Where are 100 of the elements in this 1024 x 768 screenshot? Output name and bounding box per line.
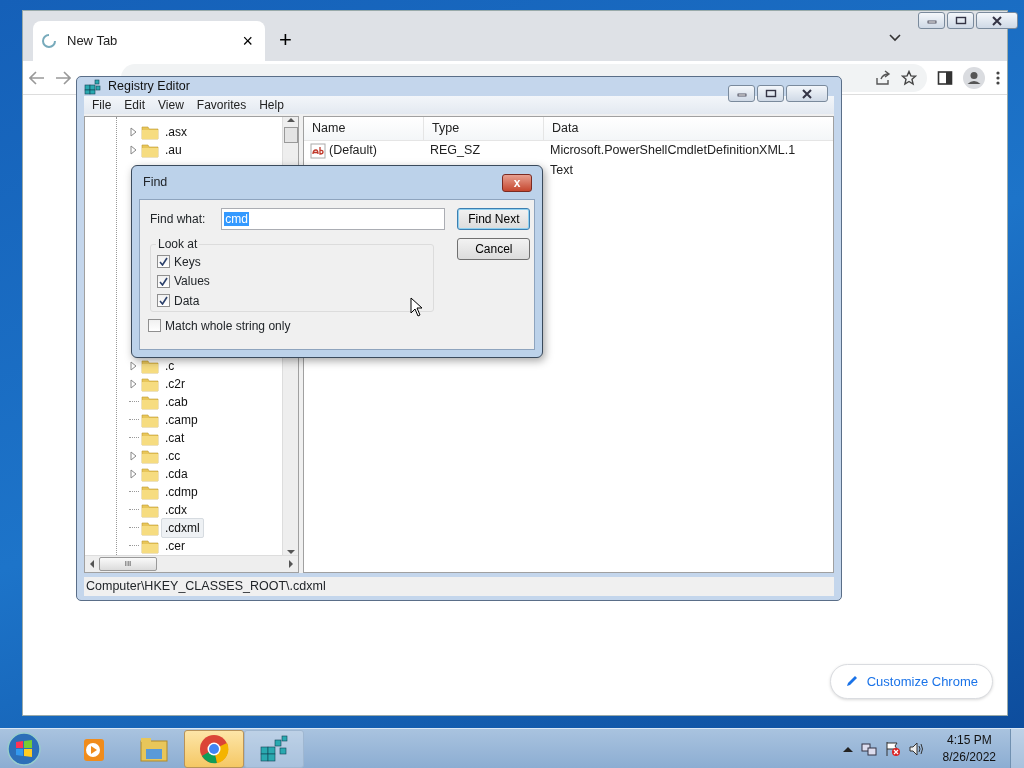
- dialog-title: Find: [143, 174, 168, 192]
- checkbox-label[interactable]: Match whole string only: [165, 316, 291, 335]
- cancel-button[interactable]: Cancel: [457, 238, 531, 260]
- checkbox[interactable]: [157, 274, 170, 288]
- menu-item[interactable]: View: [158, 95, 184, 114]
- tree-item[interactable]: .cc: [161, 445, 185, 466]
- folder-icon: [141, 357, 159, 374]
- flag-icon[interactable]: [884, 740, 901, 757]
- taskbar-button[interactable]: [244, 729, 304, 768]
- checkbox[interactable]: [157, 255, 170, 269]
- menu-item[interactable]: Favorites: [196, 95, 247, 114]
- folder-icon: [141, 141, 159, 158]
- loading-icon: [41, 33, 57, 49]
- folder-icon: [141, 465, 159, 482]
- checkbox[interactable]: [157, 294, 170, 308]
- minimize-icon: [736, 90, 747, 97]
- expand-icon[interactable]: [129, 144, 139, 155]
- browser-tab[interactable]: New Tab ×: [33, 21, 265, 61]
- folder-icon: [141, 519, 159, 536]
- show-hidden-icons[interactable]: [842, 744, 853, 753]
- folder-icon: [141, 537, 159, 554]
- tree-item[interactable]: .cer: [161, 535, 189, 555]
- tree-item[interactable]: .cdmp: [161, 481, 202, 502]
- pencil-icon: [844, 674, 859, 689]
- expand-icon[interactable]: [129, 468, 139, 479]
- scroll-left-icon[interactable]: [89, 559, 95, 568]
- menu-item[interactable]: Edit: [124, 95, 146, 114]
- customize-chrome-button[interactable]: Customize Chrome: [829, 663, 993, 699]
- find-next-button[interactable]: Find Next: [457, 208, 531, 230]
- menu-item[interactable]: File: [92, 95, 112, 114]
- column-header[interactable]: Data: [544, 116, 833, 140]
- tab-search-icon[interactable]: [889, 34, 901, 42]
- browser-icon: [198, 732, 230, 765]
- tree-item[interactable]: .cdxml: [161, 517, 204, 538]
- folder-icon: [141, 375, 159, 392]
- folder-icon: [141, 411, 159, 428]
- close-button[interactable]: [786, 85, 828, 102]
- tree-item[interactable]: .cat: [161, 427, 189, 448]
- field-label: Find what:: [150, 211, 206, 228]
- folder-icon: [141, 447, 159, 464]
- menu-icon[interactable]: [995, 69, 1001, 86]
- column-header[interactable]: Type: [424, 116, 544, 140]
- value-data: Text: [550, 163, 573, 178]
- side-panel-icon[interactable]: [937, 69, 953, 86]
- checkbox-label[interactable]: Values: [174, 272, 210, 291]
- checkbox-label[interactable]: Keys: [174, 252, 201, 271]
- tree-item[interactable]: .c: [161, 355, 179, 376]
- tab-title: New Tab: [67, 32, 118, 51]
- tree-item[interactable]: .cdx: [161, 499, 191, 520]
- menu-item[interactable]: Help: [259, 95, 284, 114]
- profile-icon[interactable]: [963, 66, 985, 89]
- expand-icon[interactable]: [129, 126, 139, 137]
- taskbar-button[interactable]: [184, 729, 244, 768]
- scroll-thumb[interactable]: [283, 126, 298, 143]
- value-data: Microsoft.PowerShellCmdletDefinitionXML.1: [550, 143, 796, 158]
- maximize-button[interactable]: [947, 12, 974, 29]
- status-bar: Computer\HKEY_CLASSES_ROOT\.cdxml: [84, 576, 834, 596]
- back-icon[interactable]: [29, 70, 45, 85]
- close-icon: [801, 88, 813, 99]
- share-icon[interactable]: [875, 69, 891, 86]
- star-icon[interactable]: [901, 69, 917, 86]
- tree-item[interactable]: .camp: [161, 409, 202, 430]
- tree-item[interactable]: .au: [161, 139, 186, 160]
- close-tab-button[interactable]: ×: [238, 32, 257, 50]
- tree-item[interactable]: .cda: [161, 463, 192, 484]
- network-icon[interactable]: [860, 740, 877, 757]
- tree-item[interactable]: .c2r: [161, 373, 189, 394]
- folder-icon: [141, 123, 159, 140]
- close-icon: [991, 15, 1003, 26]
- forward-icon[interactable]: [55, 70, 71, 85]
- window-title: Registry Editor: [108, 78, 190, 95]
- scroll-thumb[interactable]: III: [99, 556, 157, 571]
- clock-time[interactable]: 4:15 PM: [942, 732, 996, 749]
- column-header[interactable]: Name: [304, 116, 424, 140]
- maximize-icon: [764, 89, 777, 98]
- expand-icon[interactable]: [129, 360, 139, 371]
- checkbox[interactable]: [148, 319, 161, 333]
- clock-date[interactable]: 8/26/2022: [942, 748, 996, 765]
- group-label: Look at: [157, 238, 199, 250]
- folder-icon: [141, 483, 159, 500]
- start-button[interactable]: [4, 730, 44, 767]
- scroll-right-icon[interactable]: [288, 559, 294, 568]
- tree-item[interactable]: .cab: [161, 391, 192, 412]
- value-type: REG_SZ: [430, 143, 480, 158]
- scroll-up-icon[interactable]: [286, 116, 295, 123]
- folder-icon: [141, 501, 159, 518]
- registry-icon: [258, 732, 290, 765]
- folder-icon: [141, 429, 159, 446]
- expand-icon[interactable]: [129, 450, 139, 461]
- new-tab-button[interactable]: +: [273, 29, 298, 51]
- maximize-icon: [954, 16, 967, 25]
- speaker-icon[interactable]: [908, 740, 925, 757]
- checkbox-label[interactable]: Data: [174, 291, 200, 310]
- close-button[interactable]: [976, 12, 1018, 29]
- value-name[interactable]: (Default): [329, 141, 377, 161]
- cursor-icon: [410, 297, 424, 317]
- expand-icon[interactable]: [129, 378, 139, 389]
- maximize-button[interactable]: [757, 85, 784, 102]
- tree-item[interactable]: .asx: [161, 121, 191, 142]
- show-desktop-button[interactable]: [1010, 728, 1024, 768]
